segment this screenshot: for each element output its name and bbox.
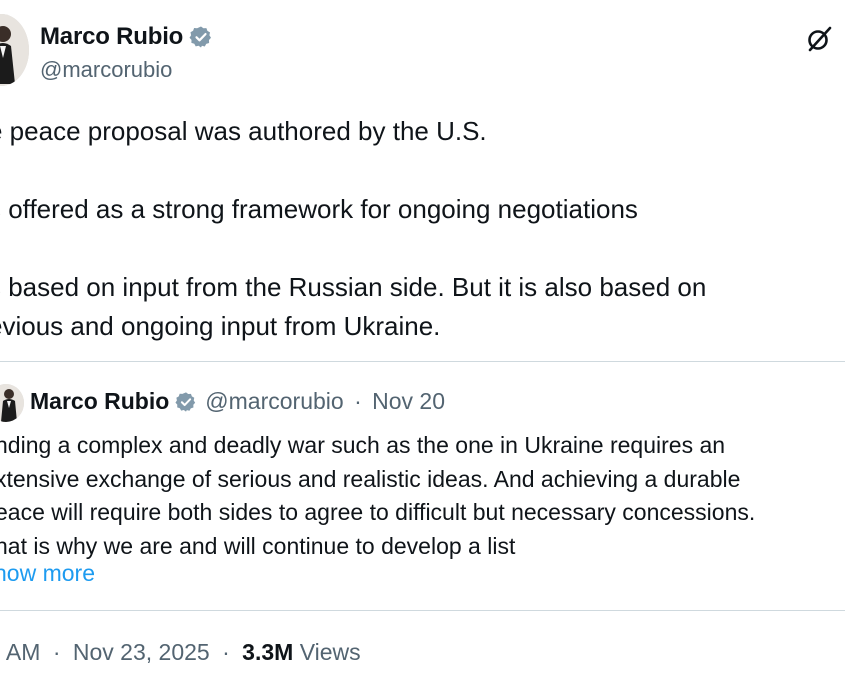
- views-label[interactable]: Views: [300, 639, 361, 665]
- tweet-line: s based on input from the Russian side. …: [0, 272, 707, 302]
- quote-author-avatar[interactable]: [0, 384, 24, 422]
- tweet-date[interactable]: Nov 23, 2025: [73, 639, 210, 665]
- tweet-page: Marco Rubio @marcorubio e peace proposal…: [0, 0, 845, 684]
- tweet-time[interactable]: 1 AM: [0, 639, 40, 665]
- tweet-footer-meta: 1 AM · Nov 23, 2025 · 3.3M Views: [0, 637, 361, 667]
- author-name-row: Marco Rubio: [40, 22, 213, 52]
- quote-line: xtensive exchange of serious and realist…: [0, 465, 741, 492]
- quote-line: eace will require both sides to agree to…: [0, 499, 756, 525]
- separator-dot: ·: [52, 639, 61, 665]
- quote-author-handle[interactable]: @marcorubio: [205, 388, 343, 414]
- quote-line: hat is why we are and will continue to d…: [0, 532, 516, 559]
- avatar-photo: [0, 14, 29, 86]
- quote-date[interactable]: Nov 20: [372, 388, 445, 414]
- views-count[interactable]: 3.3M: [242, 639, 293, 665]
- quote-author-name[interactable]: Marco Rubio: [30, 386, 169, 416]
- verified-badge-icon[interactable]: [175, 390, 197, 412]
- quoted-tweet-card[interactable]: Marco Rubio @marcorubio · Nov 20 nding a…: [0, 361, 845, 611]
- verified-badge-icon[interactable]: [189, 25, 213, 49]
- quote-avatar-photo: [0, 384, 24, 422]
- author-handle[interactable]: @marcorubio: [40, 56, 172, 84]
- quote-header: Marco Rubio @marcorubio · Nov 20: [30, 386, 445, 416]
- author-name[interactable]: Marco Rubio: [40, 22, 183, 52]
- show-more-link[interactable]: how more: [0, 558, 95, 588]
- separator-dot: ·: [222, 639, 230, 665]
- slashed-circle-icon[interactable]: [804, 24, 834, 54]
- tweet-line: e peace proposal was authored by the U.S…: [0, 116, 487, 146]
- tweet-line: evious and ongoing input from Ukraine.: [0, 311, 441, 341]
- tweet-line: s offered as a strong framework for ongo…: [0, 194, 638, 224]
- separator-dot: ·: [354, 388, 362, 414]
- quote-line: nding a complex and deadly war such as t…: [0, 432, 726, 458]
- quote-meta: @marcorubio · Nov 20: [205, 386, 445, 416]
- tweet-text: e peace proposal was authored by the U.S…: [0, 112, 706, 346]
- author-avatar[interactable]: [0, 14, 29, 86]
- quote-text: nding a complex and deadly war such as t…: [0, 429, 755, 563]
